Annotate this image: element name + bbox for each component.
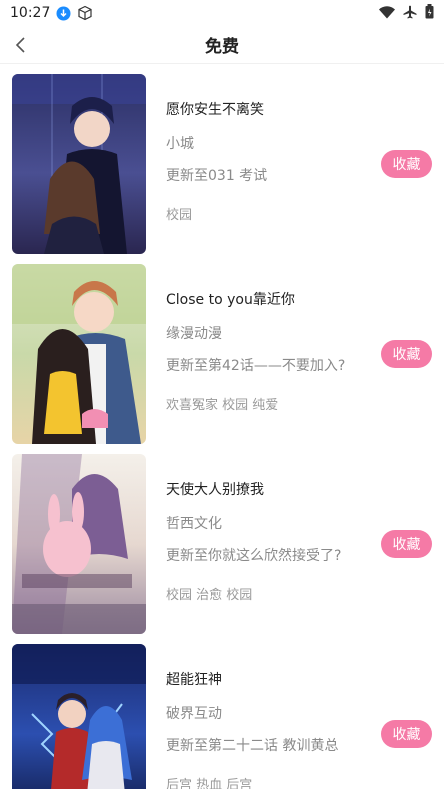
comic-update: 更新至第二十二话 教训黄总 [166, 738, 339, 754]
comic-cover-image[interactable] [12, 644, 146, 789]
comic-update: 更新至你就这么欣然接受了? [166, 548, 342, 564]
comic-title: Close to you靠近你 [166, 292, 295, 308]
comic-cover-image[interactable] [12, 264, 146, 444]
battery-icon [425, 3, 434, 23]
status-bar: 10:27 [0, 0, 444, 26]
comic-item[interactable]: Close to you靠近你 缘漫动漫 更新至第42话——不要加入? 欢喜冤家… [0, 254, 444, 444]
back-button[interactable] [8, 32, 34, 58]
wifi-icon [379, 4, 395, 23]
page-title: 免费 [205, 37, 239, 57]
favorite-button[interactable]: 收藏 [381, 150, 432, 178]
comic-update: 更新至031 考试 [166, 168, 268, 184]
comic-tags: 后宫 热血 后宫 [166, 778, 253, 789]
comic-item[interactable]: 愿你安生不离笑 小城 更新至031 考试 校园 收藏 [0, 64, 444, 254]
comic-title: 愿你安生不离笑 [166, 102, 264, 118]
comic-tags: 欢喜冤家 校园 纯爱 [166, 398, 279, 413]
comic-cover-image[interactable] [12, 454, 146, 634]
comic-title: 天使大人别撩我 [166, 482, 264, 498]
comic-author: 哲西文化 [166, 516, 222, 532]
comic-item[interactable]: 天使大人别撩我 哲西文化 更新至你就这么欣然接受了? 校园 治愈 校园 收藏 [0, 444, 444, 634]
comic-author: 小城 [166, 136, 194, 152]
comic-cover-image[interactable] [12, 74, 146, 254]
comic-title: 超能狂神 [166, 672, 222, 688]
comic-tags: 校园 [166, 208, 193, 223]
favorite-button[interactable]: 收藏 [381, 340, 432, 368]
airplane-icon [403, 4, 417, 23]
download-icon [56, 6, 71, 21]
comic-author: 破界互动 [166, 706, 222, 722]
favorite-button[interactable]: 收藏 [381, 530, 432, 558]
favorite-button[interactable]: 收藏 [381, 720, 432, 748]
status-time: 10:27 [10, 5, 51, 21]
top-nav: 免费 [0, 26, 444, 64]
comic-update: 更新至第42话——不要加入? [166, 358, 346, 374]
comic-tags: 校园 治愈 校园 [166, 588, 253, 603]
comic-list: 愿你安生不离笑 小城 更新至031 考试 校园 收藏 Close to you靠… [0, 64, 444, 789]
comic-item[interactable]: 超能狂神 破界互动 更新至第二十二话 教训黄总 后宫 热血 后宫 收藏 [0, 634, 444, 789]
package-icon [77, 5, 93, 21]
comic-author: 缘漫动漫 [166, 326, 222, 342]
status-icons [379, 3, 434, 23]
back-chevron-icon [15, 37, 25, 53]
